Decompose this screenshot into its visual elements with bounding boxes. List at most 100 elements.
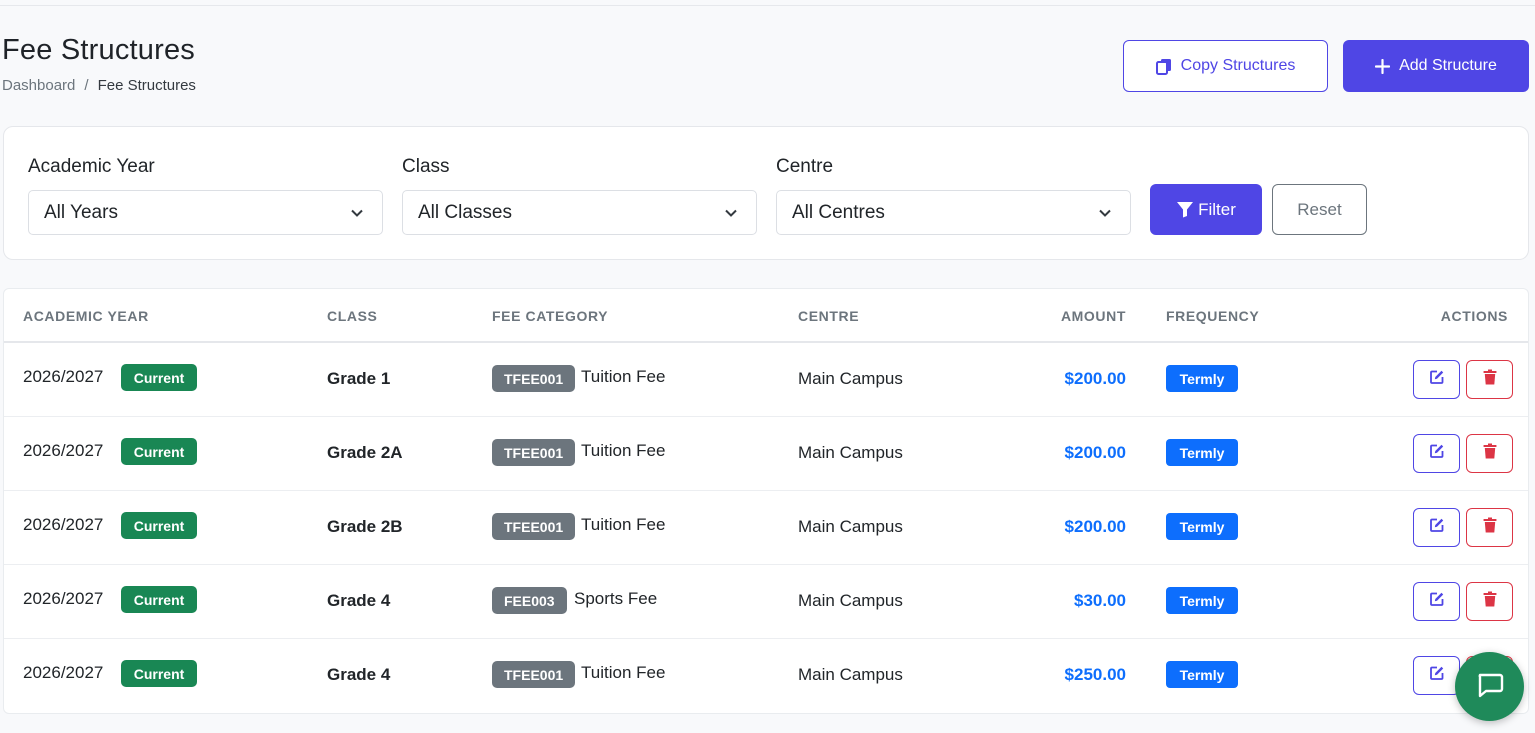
frequency-badge: Termly	[1166, 587, 1238, 614]
centre-cell: Main Campus	[798, 517, 903, 536]
top-divider	[0, 5, 1535, 6]
amount-cell: $30.00	[1074, 591, 1126, 610]
amount-cell: $250.00	[1064, 665, 1126, 684]
frequency-badge: Termly	[1166, 661, 1238, 688]
column-header-fee-category[interactable]: FEE CATEGORY	[492, 308, 608, 324]
edit-button[interactable]	[1413, 360, 1460, 399]
frequency-badge: Termly	[1166, 365, 1238, 392]
class-cell: Grade 2A	[327, 443, 403, 462]
fee-name-cell: Tuition Fee	[581, 663, 666, 682]
add-structure-label: Add Structure	[1399, 57, 1497, 74]
filter-panel: Academic Year All Years Class All Classe…	[3, 126, 1529, 260]
edit-button[interactable]	[1413, 656, 1460, 695]
edit-button[interactable]	[1413, 582, 1460, 621]
class-value: All Classes	[418, 202, 512, 223]
delete-button[interactable]	[1466, 434, 1513, 473]
table-row: 2026/2027 Current Grade 1 TFEE001 Tuitio…	[4, 343, 1528, 417]
breadcrumb-separator: /	[84, 77, 89, 94]
delete-button[interactable]	[1466, 360, 1513, 399]
centre-select[interactable]: All Centres	[776, 190, 1131, 235]
class-select[interactable]: All Classes	[402, 190, 757, 235]
chat-button[interactable]	[1455, 652, 1524, 721]
filter-label: Filter	[1198, 199, 1236, 219]
centre-cell: Main Campus	[798, 369, 903, 388]
centre-cell: Main Campus	[798, 591, 903, 610]
fee-code-badge: TFEE001	[492, 513, 576, 540]
copy-structures-label: Copy Structures	[1180, 57, 1296, 74]
column-header-frequency[interactable]: FREQUENCY	[1166, 308, 1259, 324]
edit-icon	[1429, 443, 1445, 464]
fee-code-badge: TFEE001	[492, 365, 576, 392]
reset-button[interactable]: Reset	[1272, 184, 1367, 235]
class-cell: Grade 1	[327, 369, 391, 388]
table-row: 2026/2027 Current Grade 4 FEE003 Sports …	[4, 565, 1528, 639]
edit-icon	[1429, 369, 1445, 390]
edit-button[interactable]	[1413, 434, 1460, 473]
breadcrumb: Dashboard / Fee Structures	[2, 77, 196, 94]
edit-icon	[1429, 517, 1445, 538]
academic-year-cell: 2026/2027	[23, 367, 104, 386]
add-structure-button[interactable]: Add Structure	[1343, 40, 1529, 92]
table-row: 2026/2027 Current Grade 2A TFEE001 Tuiti…	[4, 417, 1528, 491]
status-badge: Current	[121, 438, 197, 465]
chevron-down-icon	[1098, 206, 1112, 225]
academic-year-cell: 2026/2027	[23, 663, 104, 682]
academic-year-value: All Years	[44, 202, 118, 223]
fee-name-cell: Tuition Fee	[581, 367, 666, 386]
chevron-down-icon	[350, 206, 364, 225]
plus-icon	[1375, 58, 1391, 74]
fee-structures-table: ACADEMIC YEAR CLASS FEE CATEGORY CENTRE …	[3, 288, 1529, 714]
copy-icon	[1155, 58, 1172, 75]
class-cell: Grade 2B	[327, 517, 403, 536]
fee-name-cell: Tuition Fee	[581, 515, 666, 534]
column-header-class[interactable]: CLASS	[327, 308, 377, 324]
status-badge: Current	[121, 512, 197, 539]
fee-code-badge: TFEE001	[492, 439, 576, 466]
amount-cell: $200.00	[1064, 443, 1126, 462]
amount-cell: $200.00	[1064, 517, 1126, 536]
delete-button[interactable]	[1466, 508, 1513, 547]
edit-icon	[1429, 591, 1445, 612]
status-badge: Current	[121, 660, 197, 687]
academic-year-cell: 2026/2027	[23, 515, 104, 534]
fee-name-cell: Tuition Fee	[581, 441, 666, 460]
academic-year-cell: 2026/2027	[23, 441, 104, 460]
chevron-down-icon	[724, 206, 738, 225]
fee-code-badge: TFEE001	[492, 661, 576, 688]
funnel-icon	[1176, 201, 1194, 218]
centre-label: Centre	[776, 156, 834, 177]
table-row: 2026/2027 Current Grade 4 TFEE001 Tuitio…	[4, 639, 1528, 713]
trash-icon	[1483, 591, 1497, 612]
class-cell: Grade 4	[327, 591, 391, 610]
trash-icon	[1483, 369, 1497, 390]
trash-icon	[1483, 443, 1497, 464]
page-title: Fee Structures	[2, 34, 195, 66]
column-header-academic-year[interactable]: ACADEMIC YEAR	[23, 308, 149, 324]
frequency-badge: Termly	[1166, 439, 1238, 466]
column-header-actions: ACTIONS	[1440, 308, 1508, 324]
class-label: Class	[402, 156, 450, 177]
chat-icon	[1475, 669, 1505, 704]
filter-button[interactable]: Filter	[1150, 184, 1262, 235]
centre-cell: Main Campus	[798, 665, 903, 684]
fee-code-badge: FEE003	[492, 587, 567, 614]
academic-year-label: Academic Year	[28, 156, 155, 177]
academic-year-cell: 2026/2027	[23, 589, 104, 608]
edit-button[interactable]	[1413, 508, 1460, 547]
amount-cell: $200.00	[1064, 369, 1126, 388]
centre-cell: Main Campus	[798, 443, 903, 462]
class-cell: Grade 4	[327, 665, 391, 684]
column-header-centre[interactable]: CENTRE	[798, 308, 859, 324]
frequency-badge: Termly	[1166, 513, 1238, 540]
edit-icon	[1429, 665, 1445, 686]
table-row: 2026/2027 Current Grade 2B TFEE001 Tuiti…	[4, 491, 1528, 565]
breadcrumb-dashboard-link[interactable]: Dashboard	[2, 77, 75, 94]
column-header-amount[interactable]: AMOUNT	[1061, 308, 1126, 324]
academic-year-select[interactable]: All Years	[28, 190, 383, 235]
fee-name-cell: Sports Fee	[574, 589, 658, 608]
delete-button[interactable]	[1466, 582, 1513, 621]
breadcrumb-current: Fee Structures	[97, 77, 196, 94]
status-badge: Current	[121, 586, 197, 613]
copy-structures-button[interactable]: Copy Structures	[1123, 40, 1328, 92]
status-badge: Current	[121, 364, 197, 391]
